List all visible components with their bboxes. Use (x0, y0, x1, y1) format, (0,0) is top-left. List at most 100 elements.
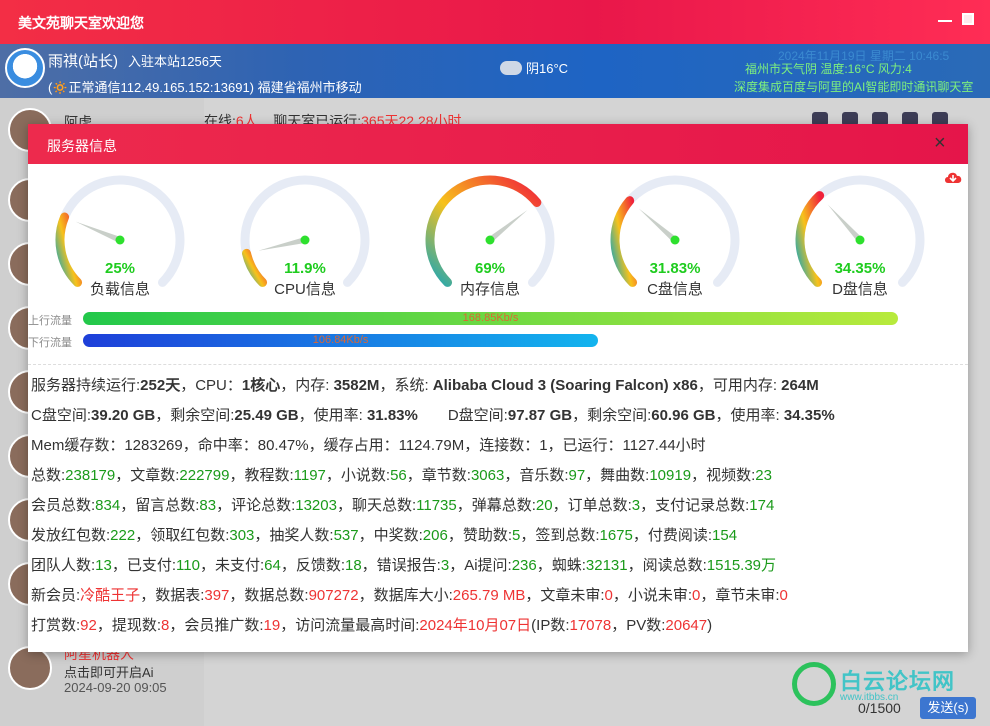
stat-value: 97 (568, 467, 586, 484)
stat-text: 团队人数: (31, 557, 96, 574)
stat-value: 834 (95, 497, 121, 514)
stat-text: ，阅读总数: (627, 557, 707, 574)
stat-value: 1515.39万 (706, 557, 777, 574)
stat-text: ，小说未审: (612, 587, 693, 604)
maximize-icon[interactable] (962, 13, 974, 25)
stat-text: 会员总数: (31, 497, 96, 514)
stat-text: ，系统: (379, 377, 433, 394)
gauge-needle (258, 237, 306, 251)
stat-text: ，小说数: (325, 467, 391, 484)
stat-text: ，使用率: (715, 407, 784, 424)
stat-value: 222 (110, 527, 136, 544)
stat-text: ，留言总数: (120, 497, 200, 514)
close-icon[interactable]: × (934, 133, 946, 153)
stats-line-8: 新会员:冷酷王子，数据表:397，数据总数:907272，数据库大小:265.7… (31, 583, 961, 613)
gauge-needle (75, 221, 122, 243)
gauge-needle (488, 209, 528, 243)
stat-text: 新会员: (31, 587, 81, 604)
upload-label: 上行流量 (28, 315, 72, 327)
stat-value: 154 (712, 527, 738, 544)
stat-value: 2024年10月07日 (419, 617, 532, 634)
stat-value: 23 (755, 467, 772, 484)
stat-text: ，数据表: (140, 587, 205, 604)
stats-line-5: 会员总数:834，留言总数:83，评论总数:13203，聊天总数:11735，弹… (31, 493, 961, 523)
gauge-label: 负载信息 (89, 281, 150, 298)
cloud-download-icon[interactable] (943, 169, 963, 185)
stat-text: C盘空间: (31, 407, 92, 424)
weather: 阴16°C (500, 58, 568, 77)
stat-text: 打赏数: (31, 617, 81, 634)
gauge-hub (670, 235, 680, 245)
stat-value: 64 (264, 557, 281, 574)
gauge-hub (855, 235, 865, 245)
stat-value: 13 (95, 557, 112, 574)
stat-value: 10919 (649, 467, 692, 484)
connection-status: (🔅正常通信112.49.165.152:13691) 福建省福州市移动 (48, 77, 362, 96)
stats-line-1: 服务器持续运行:252天，CPU：1核心，内存: 3582M，系统: Aliba… (31, 373, 961, 403)
stat-text: ，中奖数: (358, 527, 423, 544)
download-label: 下行流量 (28, 337, 72, 349)
user-name: 雨祺(站长) 入驻本站1256天 (48, 50, 222, 71)
stat-text: ，CPU： (180, 377, 242, 394)
stat-text: ，访问流量最高时间: (280, 617, 420, 634)
gauge-needle (638, 208, 677, 243)
stat-text: ，签到总数: (520, 527, 600, 544)
stats-line-2: C盘空间:39.20 GB，剩余空间:25.49 GB，使用率: 31.83% D… (31, 403, 961, 433)
stat-value: 110 (176, 557, 200, 574)
gauge-3: 69% 内存信息 (418, 168, 562, 308)
user-days: 入驻本站1256天 (128, 54, 222, 69)
watermark-sub: www.itbbs.cn (840, 692, 899, 703)
stat-text: ，数据库大小: (358, 587, 453, 604)
gauge-hub (115, 235, 125, 245)
gauge-label: CPU信息 (274, 281, 336, 298)
gauge-2: 11.9% CPU信息 (233, 168, 377, 308)
stat-value: 3582M (333, 377, 380, 394)
stat-text: 服务器持续运行: (31, 377, 141, 394)
download-bar: 106.84Kb/s (83, 334, 599, 347)
gauge-value: 31.83% (649, 260, 701, 277)
stat-value: 56 (390, 467, 407, 484)
stat-text: 发放红包数: (31, 527, 111, 544)
list-item-time: 2024-09-20 09:05 (64, 680, 167, 695)
stat-text: ，会员推广数: (169, 617, 264, 634)
connection-text: (🔅正常通信112.49.165.152:13691) (48, 80, 255, 95)
stat-value: Alibaba Cloud 3 (Soaring Falcon) x86 (432, 377, 698, 394)
gauge-value: 11.9% (284, 260, 326, 277)
stat-value: 25.49 GB (234, 407, 299, 424)
user-name-text: 雨祺(站长) (48, 53, 118, 70)
stat-value: 19 (263, 617, 281, 634)
avatar[interactable] (5, 48, 45, 88)
stat-text: ，蜘蛛: (536, 557, 586, 574)
stat-value: 1197 (293, 467, 326, 484)
stat-value: 20647 (665, 617, 708, 634)
stat-value: 17078 (569, 617, 612, 634)
stat-value: 18 (344, 557, 362, 574)
gauge-4: 31.83% C盘信息 (603, 168, 747, 308)
stat-text: ，使用率: (298, 407, 367, 424)
stat-value: 1核心 (241, 377, 281, 394)
stat-value: 252天 (140, 377, 181, 394)
stat-text: ，订单总数: (552, 497, 632, 514)
dialog-header: 服务器信息 × (28, 124, 968, 164)
title-bar: 美文苑聊天室欢迎您 (0, 0, 990, 44)
gauge-label: D盘信息 (832, 281, 888, 298)
dialog-title: 服务器信息 (47, 138, 117, 154)
stat-text: (IP数: (531, 617, 570, 634)
gauge-value: 69% (474, 260, 506, 277)
stat-text: ，领取红包数: (135, 527, 230, 544)
stat-text: ，数据总数: (229, 587, 309, 604)
stat-value: 13203 (295, 497, 337, 514)
stat-text: ，付费阅读: (632, 527, 713, 544)
user-location: 福建省福州市移动 (257, 80, 362, 95)
stat-value: 3 (440, 557, 450, 574)
stat-value: 236 (511, 557, 537, 574)
stat-text: ，未支付: (199, 557, 265, 574)
minimize-icon[interactable] (938, 20, 952, 22)
stat-value: 83 (199, 497, 217, 514)
stat-text: ，文章数: (115, 467, 180, 484)
stat-value: 907272 (308, 587, 359, 604)
stat-text: 总数: (31, 467, 66, 484)
gauge-hub (300, 235, 310, 245)
stat-text: ，音乐数: (504, 467, 569, 484)
stat-value: 3 (631, 497, 641, 514)
